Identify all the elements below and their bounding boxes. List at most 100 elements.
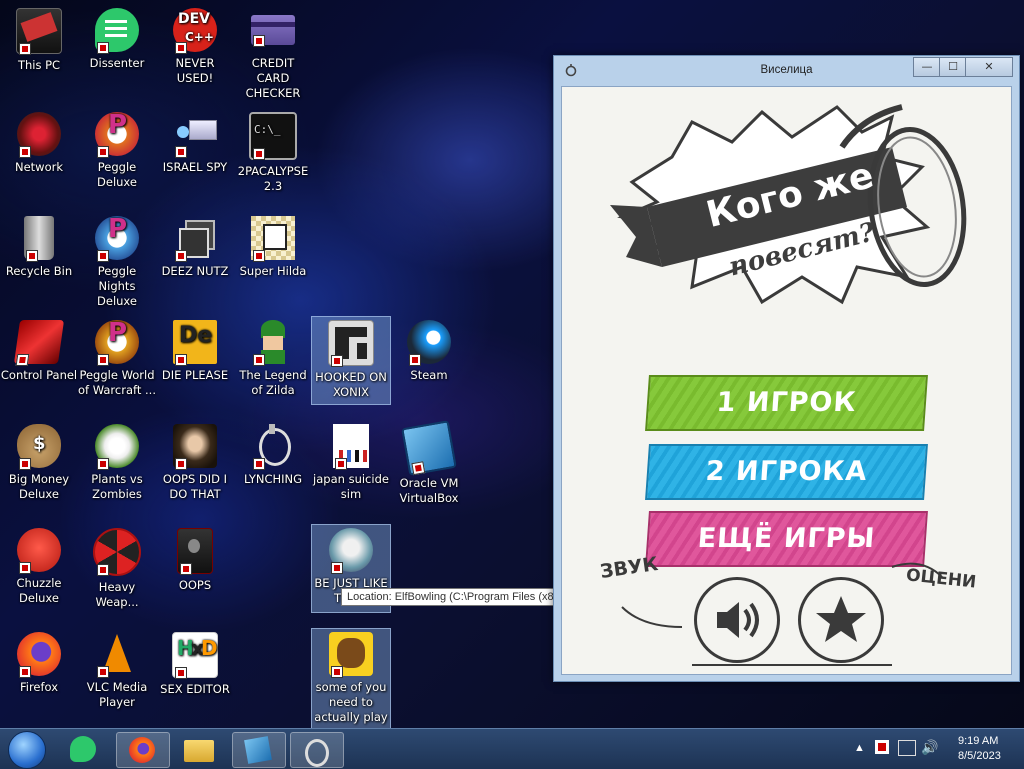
desktop-icon-label: DIE PLEASE — [161, 368, 229, 382]
clock-time[interactable]: 9:19 AM — [958, 735, 998, 747]
portrait-icon — [173, 424, 217, 470]
minimize-button[interactable]: — — [913, 57, 941, 77]
show-hidden-icons[interactable]: ▲ — [854, 742, 865, 754]
desktop-icon-label: Big Money Deluxe — [8, 472, 70, 501]
desktop-icon-lynching[interactable]: LYNCHING — [234, 424, 312, 487]
desktop-icon-steam[interactable]: Steam — [390, 320, 468, 383]
desktop-icon-never-used[interactable]: DEV C++ NEVER USED! — [156, 8, 234, 86]
firefox-icon — [17, 632, 61, 678]
desktop-icon-deez-nutz[interactable]: DEEZ NUTZ — [156, 216, 234, 279]
desktop-icon-label: Network — [14, 160, 64, 174]
noose-icon — [305, 739, 329, 767]
desktop-icon-dissenter[interactable]: Dissenter — [78, 8, 156, 71]
window-titlebar[interactable]: Виселица — ☐ ✕ — [554, 56, 1019, 86]
beaver-icon — [329, 632, 373, 678]
elf-bowling-icon — [329, 528, 373, 574]
star-icon — [816, 596, 866, 642]
clock-date[interactable]: 8/5/2023 — [958, 750, 1001, 762]
pixel-character-icon — [251, 216, 295, 262]
desktop-icon-firefox[interactable]: Firefox — [0, 632, 78, 695]
desktop-icon-big-money[interactable]: $ Big Money Deluxe — [0, 424, 78, 502]
desktop-icon-sex-editor[interactable]: HxD SEX EDITOR — [156, 632, 234, 697]
maximize-button[interactable]: ☐ — [939, 57, 967, 77]
volume-tray-icon[interactable]: 🔊 — [921, 739, 938, 756]
desktop-icon-oops-did-i[interactable]: OOPS DID I DO THAT — [156, 424, 234, 502]
command-prompt-text: C:\_ — [254, 123, 281, 136]
taskbar-dissenter[interactable] — [58, 732, 110, 766]
one-player-button[interactable]: 1 ИГРОК — [645, 375, 928, 431]
radiation-icon — [93, 528, 141, 576]
desktop-icon-recycle-bin[interactable]: Recycle Bin — [0, 216, 78, 279]
hangman-window: Виселица — ☐ ✕ Кого же повесят? 1 ИГРОК … — [553, 55, 1020, 682]
peggle-icon: P — [95, 112, 139, 158]
peggle-wow-icon: P — [95, 320, 139, 366]
desktop-icon-label: SEX EDITOR — [160, 682, 230, 696]
desktop-icon-label: OOPS DID I DO THAT — [162, 472, 228, 501]
devcpp-subtext: C++ — [185, 30, 214, 44]
dissenter-icon — [70, 736, 96, 762]
desktop-icon-peggle-wow[interactable]: P Peggle World of Warcraft ... — [78, 320, 156, 398]
desktop-icon-die-please[interactable]: De DIE PLEASE — [156, 320, 234, 383]
desktop-icon-label: LYNCHING — [243, 472, 303, 486]
oops-icon — [177, 528, 213, 575]
credit-card-icon — [251, 15, 295, 47]
desktop-icon-credit-card-checker[interactable]: CREDIT CARD CHECKER — [234, 8, 312, 101]
action-center-flag-icon[interactable] — [875, 740, 889, 754]
devcpp-text: DEV — [178, 11, 211, 27]
desktop-icon-japan-suicide-sim[interactable]: japan suicide sim — [312, 424, 390, 502]
taskbar-hangman[interactable] — [290, 732, 344, 768]
start-button[interactable] — [8, 731, 46, 769]
peggle-nights-icon: P — [95, 216, 139, 262]
desktop-icon-peggle-deluxe[interactable]: P Peggle Deluxe — [78, 112, 156, 190]
network-tray-icon[interactable] — [898, 740, 916, 756]
document-icon — [333, 424, 369, 470]
desktop-icon-label: HOOKED ON XONIX — [315, 370, 387, 399]
desktop-icon-label: some of you need to actually play — [314, 680, 388, 724]
desktop-icon-label: Chuzzle Deluxe — [16, 576, 62, 605]
desktop-icon-2pacalypse[interactable]: C:\_ 2PACALYPSE 2.3 — [234, 112, 312, 194]
desktop-icon-label: Oracle VM VirtualBox — [399, 476, 459, 505]
desktop-icon-label: VLC Media Player — [86, 680, 148, 709]
two-players-button[interactable]: 2 ИГРОКА — [645, 444, 928, 500]
desktop-icon-virtualbox[interactable]: Oracle VM VirtualBox — [390, 420, 468, 506]
desktop-icon-label: japan suicide sim — [313, 472, 389, 501]
sound-button[interactable] — [694, 577, 780, 663]
taskbar-file-explorer[interactable] — [174, 732, 226, 766]
desktop-icon-heavy-weapon[interactable]: Heavy Weap... — [78, 528, 156, 610]
spy-network-icon — [173, 112, 217, 158]
desktop-icon-label: Firefox — [19, 680, 59, 694]
taskbar: ▲ 🔊 9:19 AM 8/5/2023 — [0, 728, 1024, 769]
desktop-icon-legend-of-zilda[interactable]: The Legend of Zilda — [234, 320, 312, 398]
desktop-icon-this-pc[interactable]: This PC — [0, 8, 78, 73]
desktop-icon-label: OOPS — [178, 578, 212, 592]
vlc-cone-icon — [95, 632, 139, 678]
command-prompt-icon: C:\_ — [249, 112, 297, 160]
desktop-icon-israel-spy[interactable]: ISRAEL SPY — [156, 112, 234, 175]
plants-vs-zombies-icon — [95, 424, 139, 470]
virtualbox-icon — [244, 736, 272, 764]
control-panel-icon — [13, 320, 65, 366]
desktop-icon-label: Control Panel — [0, 368, 78, 382]
taskbar-virtualbox[interactable] — [232, 732, 286, 768]
rate-label: ОЦЕНИ — [905, 565, 978, 593]
desktop-icon-peggle-nights[interactable]: P Peggle Nights Deluxe — [78, 216, 156, 309]
desktop-icon-plants-vs-zombies[interactable]: Plants vs Zombies — [78, 424, 156, 502]
noose-icon — [251, 424, 295, 470]
desktop-icon-some-of-you[interactable]: some of you need to actually play — [311, 628, 391, 732]
more-games-button[interactable]: ЕЩЁ ИГРЫ — [645, 511, 928, 567]
desktop-icon-super-hilda[interactable]: Super Hilda — [234, 216, 312, 279]
rate-button[interactable] — [798, 577, 884, 663]
desktop-icon-vlc[interactable]: VLC Media Player — [78, 632, 156, 710]
desktop-icon-chuzzle[interactable]: Chuzzle Deluxe — [0, 528, 78, 606]
desktop-icon-label: NEVER USED! — [175, 56, 215, 85]
game-area: Кого же повесят? 1 ИГРОК 2 ИГРОКА ЕЩЁ ИГ… — [561, 86, 1012, 675]
sound-label: ЗВУК — [598, 553, 660, 583]
desktop-icon-network[interactable]: Network — [0, 112, 78, 175]
desktop-icon-hooked-on-xonix[interactable]: HOOKED ON XONIX — [311, 316, 391, 405]
desktop-icon-oops[interactable]: OOPS — [156, 528, 234, 593]
taskbar-firefox[interactable] — [116, 732, 170, 768]
desktop-icon-control-panel[interactable]: Control Panel — [0, 320, 78, 383]
desktop-icon-label: Plants vs Zombies — [91, 472, 143, 501]
close-button[interactable]: ✕ — [965, 57, 1013, 77]
desktop-icon-label: Peggle World of Warcraft ... — [78, 368, 156, 397]
